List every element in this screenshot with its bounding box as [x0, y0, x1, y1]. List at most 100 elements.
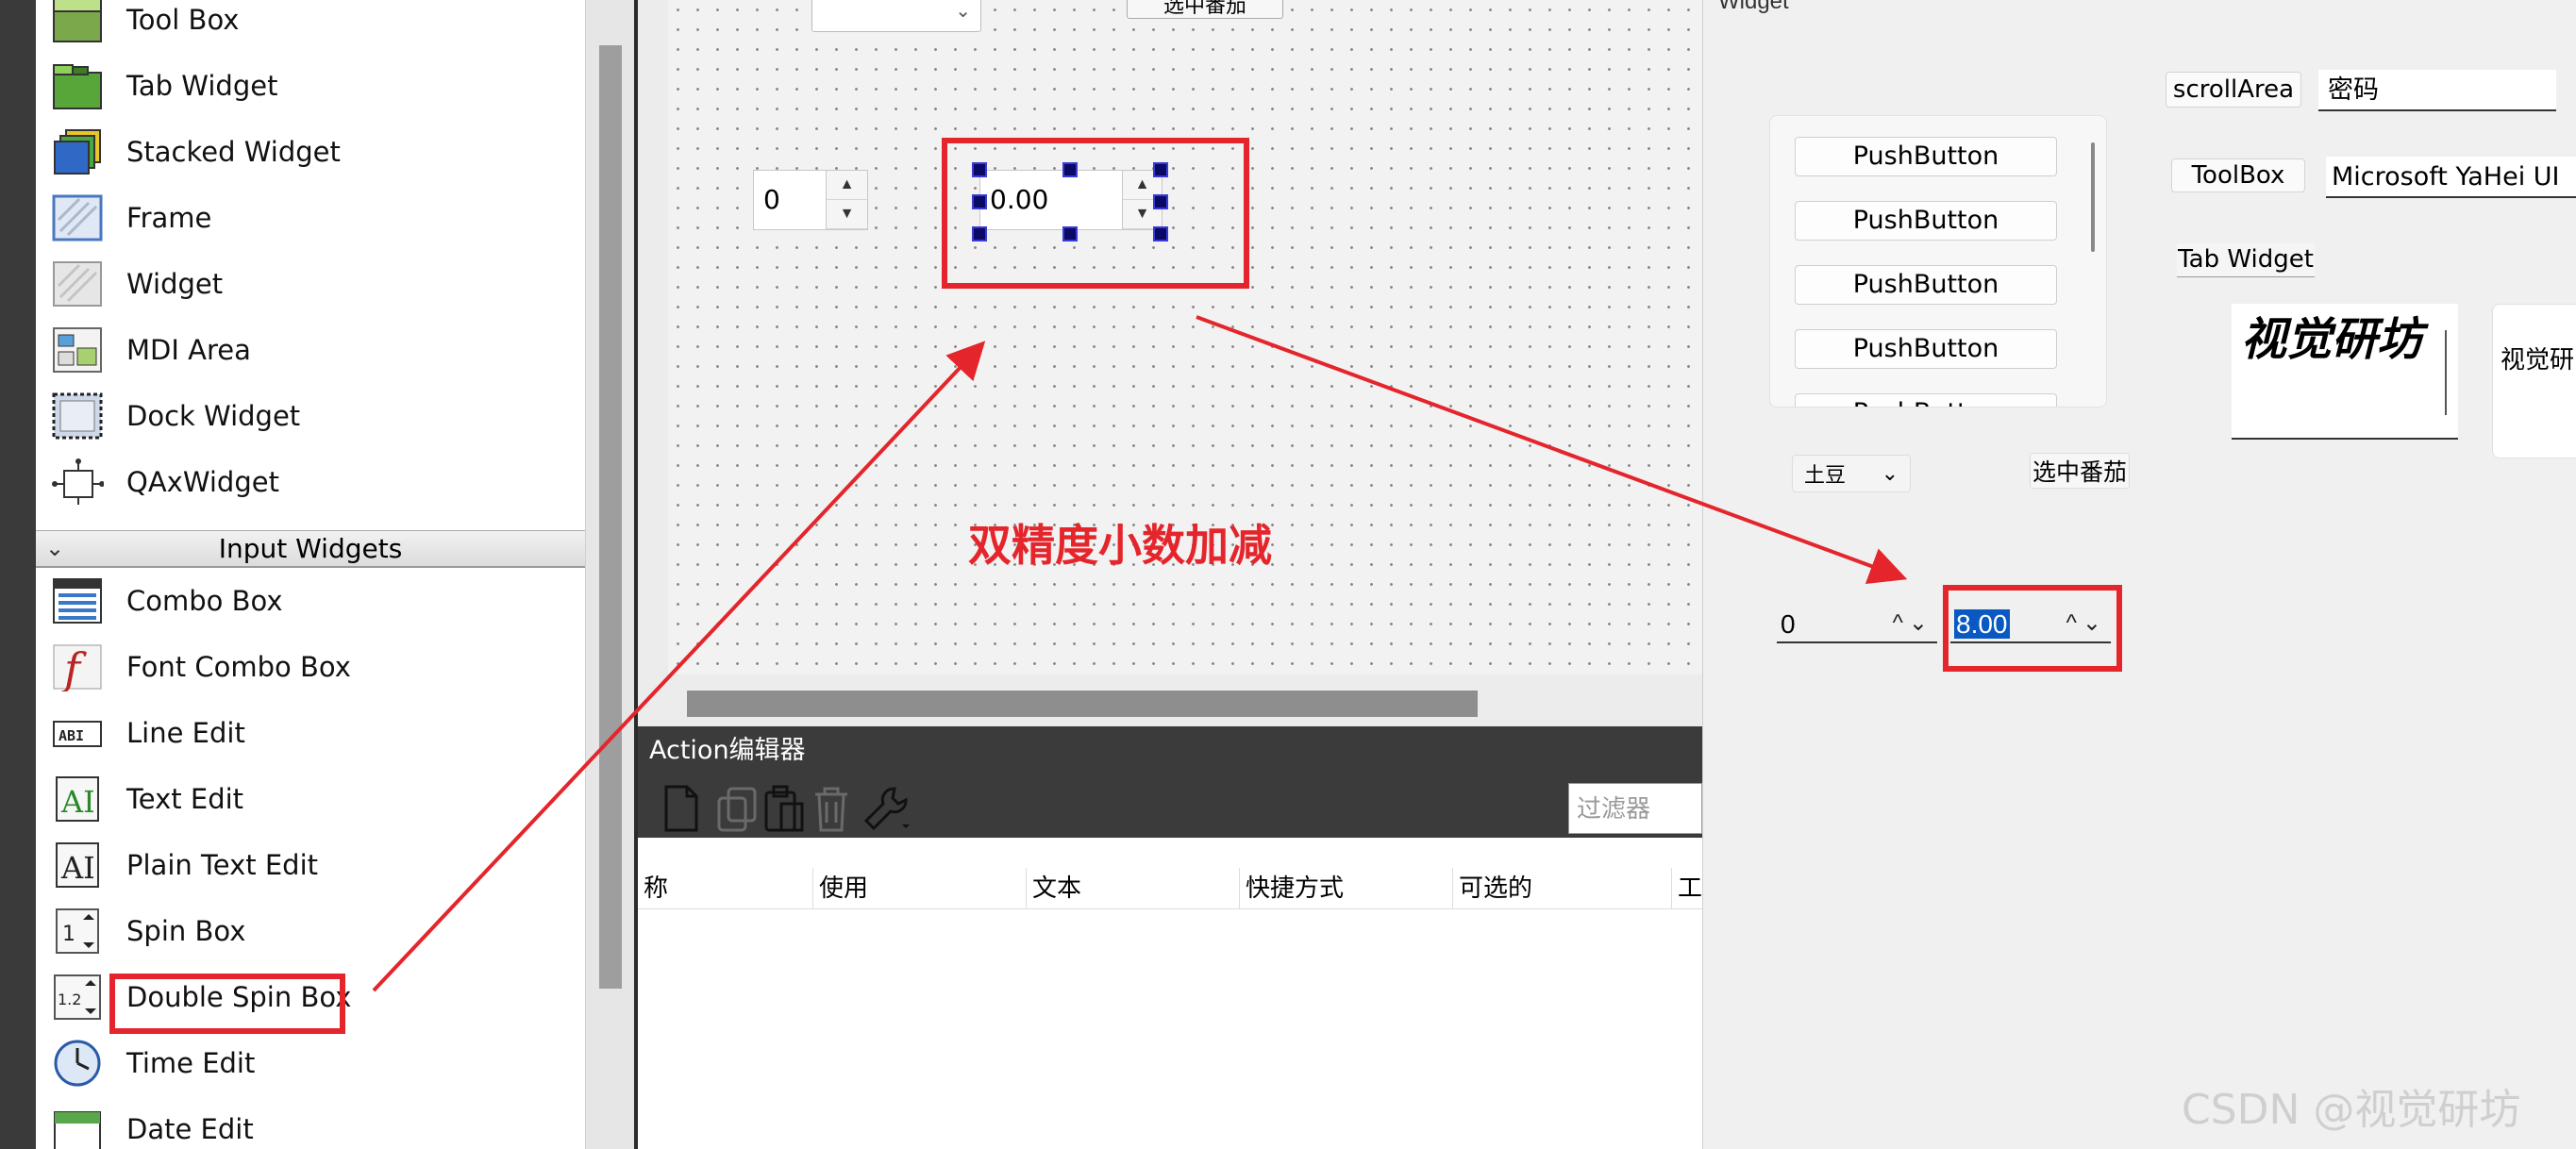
widget-box-item-qaxwidget[interactable]: QAxWidget	[36, 449, 585, 515]
annotation-highlight-preview	[1943, 585, 2122, 672]
annotation-highlight-canvas	[942, 138, 1249, 289]
copy-icon[interactable]	[711, 783, 762, 834]
action-editor-toolbar: 过滤器	[638, 775, 1702, 838]
wrench-icon[interactable]	[861, 783, 912, 834]
column-header[interactable]: 工	[1672, 868, 1702, 909]
preview-push-button[interactable]: PushButton	[1795, 265, 2057, 305]
form-canvas[interactable]: ⌄ 选中番茄 0 ▲ ▼ 0.00 ▲ ▼ 双精度小数加减	[668, 0, 1702, 674]
widget-box-item-font-combo-box[interactable]: f Font Combo Box	[36, 634, 585, 700]
preview-spin-value: 0	[1781, 609, 1796, 639]
spin-arrows-icon[interactable]: ^⌄	[1893, 609, 1933, 637]
widget-box-item-date-edit[interactable]: Date Edit	[36, 1096, 585, 1149]
widget-box-item-frame[interactable]: Frame	[36, 185, 585, 251]
paste-icon[interactable]	[759, 783, 810, 834]
widget-box-item-combo-box[interactable]: Combo Box	[36, 568, 585, 634]
preview-combo-box[interactable]: 土豆 ⌄	[1792, 455, 1911, 492]
annotation-highlight-widgetbox	[109, 974, 345, 1034]
widget-box-item-label: Frame	[126, 202, 212, 234]
stacked-widget-icon	[47, 124, 108, 180]
widget-box-item-label: Font Combo Box	[126, 651, 351, 683]
mdi-area-icon	[47, 322, 108, 378]
canvas-check-button[interactable]: 选中番茄	[1127, 0, 1283, 19]
widget-box-item-mdi-area[interactable]: MDI Area	[36, 317, 585, 383]
qaxwidget-icon	[47, 454, 108, 510]
preview-push-button[interactable]: PushButton	[1795, 329, 2057, 369]
spin-box-buttons[interactable]: ▲ ▼	[826, 171, 867, 229]
plain-text-edit-icon: AI	[47, 837, 108, 893]
action-table-header: 称 使用 文本 快捷方式 可选的 工	[638, 868, 1702, 909]
preview-tab-widget-label[interactable]: Tab Widget	[2177, 243, 2315, 277]
text-edit-icon: AI	[47, 771, 108, 827]
spin-down-icon[interactable]: ▼	[827, 200, 867, 229]
preview-check-label[interactable]: 选中番茄	[2030, 453, 2131, 489]
preview-push-button[interactable]: PushButton	[1795, 393, 2057, 407]
widget-box-item-dock-widget[interactable]: Dock Widget	[36, 383, 585, 449]
category-input-widgets[interactable]: ⌄ Input Widgets	[36, 530, 585, 568]
widget-box-item-label: Plain Text Edit	[126, 849, 318, 881]
widget-box-item-line-edit[interactable]: ABI Line Edit	[36, 700, 585, 766]
svg-text:AI: AI	[60, 850, 95, 886]
widget-box-item-label: Widget	[126, 268, 224, 300]
frame-icon	[47, 190, 108, 246]
annotation-label: 双精度小数加减	[968, 520, 1272, 571]
widget-box-item-label: Text Edit	[126, 783, 244, 815]
text-cursor	[2445, 330, 2447, 415]
column-header[interactable]: 文本	[1027, 868, 1240, 909]
widget-box-item-text-edit[interactable]: AI Text Edit	[36, 766, 585, 832]
svg-text:1: 1	[62, 923, 75, 946]
widget-box-item-spin-box[interactable]: 1 Spin Box	[36, 898, 585, 964]
widget-box-item-tab-widget[interactable]: Tab Widget	[36, 53, 585, 119]
canvas-horizontal-scrollbar[interactable]	[638, 681, 1702, 726]
preview-scroll-area[interactable]: PushButton PushButton PushButton PushBut…	[1769, 115, 2107, 408]
combo-box-icon	[47, 573, 108, 629]
scroll-area-scrollbar[interactable]	[2091, 142, 2095, 252]
widget-box-item-label: MDI Area	[126, 334, 251, 366]
left-edge-panel	[0, 0, 36, 1149]
column-header[interactable]: 快捷方式	[1240, 868, 1453, 909]
preview-push-button[interactable]: PushButton	[1795, 137, 2057, 176]
filter-input[interactable]: 过滤器	[1568, 783, 1702, 834]
watermark: CSDN @视觉研坊	[2182, 1086, 2521, 1134]
category-label: Input Widgets	[218, 533, 403, 564]
widget-box-item-label: Date Edit	[126, 1113, 254, 1145]
chevron-down-icon: ⌄	[955, 1, 971, 22]
widget-box-item-label: Tab Widget	[126, 70, 278, 102]
widget-box-panel: Tool Box Tab Widget Stacked Widget Frame…	[36, 0, 585, 1149]
canvas-scrollbar-thumb[interactable]	[687, 691, 1478, 717]
widget-box-item-label: Tool Box	[126, 4, 240, 36]
widget-box-item-time-edit[interactable]: Time Edit	[36, 1030, 585, 1096]
column-header[interactable]: 称	[638, 868, 813, 909]
canvas-combo-box[interactable]: ⌄	[811, 0, 981, 32]
delete-icon[interactable]	[806, 783, 857, 834]
widget-box-scrollbar-thumb[interactable]	[599, 45, 622, 989]
widget-box-item-label: Spin Box	[126, 915, 246, 947]
canvas-spin-box[interactable]: 0 ▲ ▼	[753, 170, 868, 230]
preview-toolbox-label[interactable]: ToolBox	[2171, 158, 2305, 192]
preview-spin-box[interactable]: 0 ^⌄	[1777, 606, 1937, 643]
svg-text:1.2: 1.2	[58, 991, 81, 1008]
preview-password-field[interactable]: 密码	[2318, 70, 2556, 111]
spin-box-icon: 1	[47, 903, 108, 959]
widget-box-item-stacked-widget[interactable]: Stacked Widget	[36, 119, 585, 185]
widget-box-item-label: Dock Widget	[126, 400, 301, 432]
widget-box-item-label: Combo Box	[126, 585, 283, 617]
new-document-icon[interactable]	[655, 783, 706, 834]
preview-small-text-edit[interactable]: 视觉研	[2492, 304, 2576, 458]
spin-up-icon[interactable]: ▲	[827, 171, 867, 200]
preview-big-text: 视觉研坊	[2241, 313, 2423, 366]
widget-box-item-label: Stacked Widget	[126, 136, 341, 168]
widget-box-item-tool-box[interactable]: Tool Box	[36, 0, 585, 53]
widget-box-scrollbar[interactable]	[585, 0, 634, 1149]
widget-box-item-plain-text-edit[interactable]: AI Plain Text Edit	[36, 832, 585, 898]
column-header[interactable]: 可选的	[1453, 868, 1672, 909]
date-edit-icon	[47, 1101, 108, 1149]
preview-big-text-edit[interactable]: 视觉研坊	[2232, 304, 2458, 440]
preview-font-field[interactable]: Microsoft YaHei UI	[2326, 157, 2576, 198]
preview-push-button[interactable]: PushButton	[1795, 201, 2057, 241]
chevron-down-icon: ⌄	[44, 536, 65, 561]
preview-window: Widget PushButton PushButton PushButton …	[1702, 0, 2576, 1149]
column-header[interactable]: 使用	[813, 868, 1027, 909]
preview-small-text: 视觉研	[2501, 345, 2575, 374]
widget-box-item-widget[interactable]: Widget	[36, 251, 585, 317]
form-editor-area: ⌄ 选中番茄 0 ▲ ▼ 0.00 ▲ ▼ 双精度小数加减	[638, 0, 1702, 726]
